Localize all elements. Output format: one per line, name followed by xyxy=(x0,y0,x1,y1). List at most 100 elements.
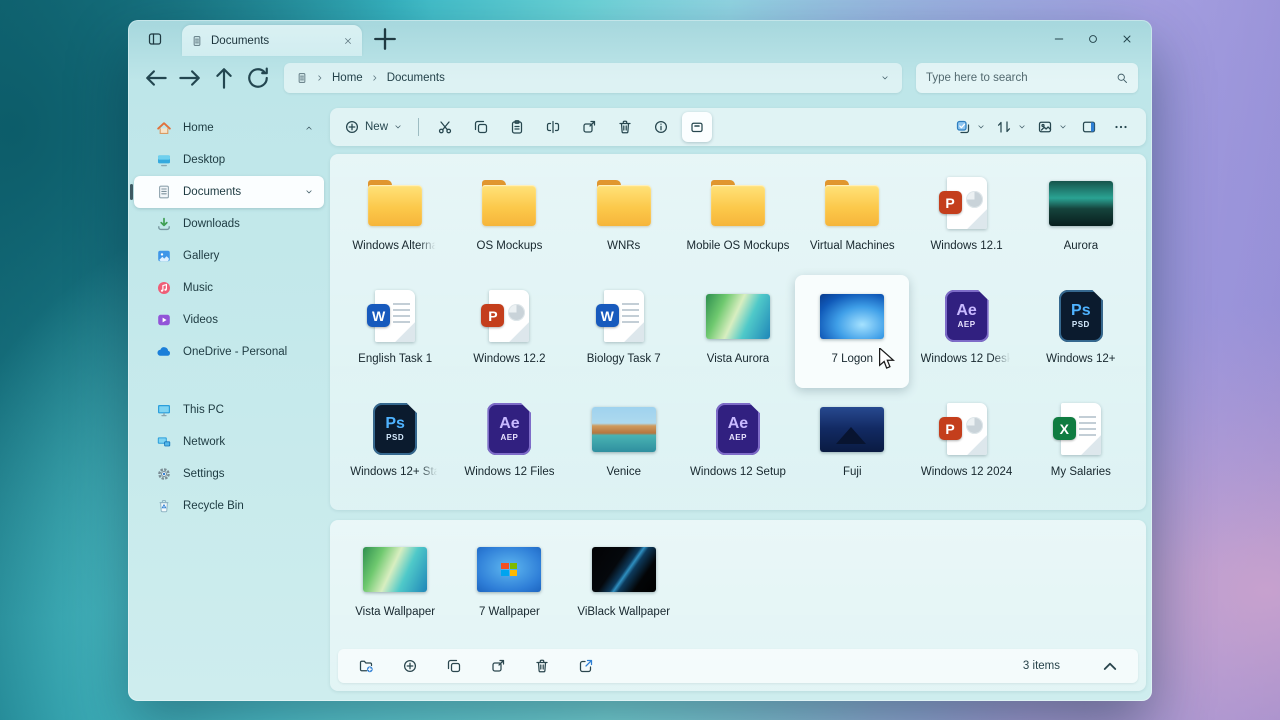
copy-button[interactable] xyxy=(442,654,466,678)
sort-button[interactable] xyxy=(992,112,1031,142)
file-item[interactable]: Fuji xyxy=(795,388,909,501)
file-icon-box: AeAEP xyxy=(716,399,760,459)
file-item[interactable]: PWindows 12 2024 xyxy=(909,388,1023,501)
sidebar-item-videos[interactable]: Videos xyxy=(134,304,324,336)
file-item[interactable]: XMy Salaries xyxy=(1024,388,1138,501)
tab-documents[interactable]: Documents xyxy=(182,25,362,56)
file-item[interactable]: AeAEPWindows 12 Files xyxy=(452,388,566,501)
breadcrumb-documents[interactable]: Documents xyxy=(387,72,445,84)
chevron-right-icon xyxy=(315,73,325,83)
plus-circle-icon xyxy=(344,119,360,135)
file-item[interactable]: AeAEPWindows 12 Setup xyxy=(681,388,795,501)
sidebar-item-this-pc[interactable]: This PC xyxy=(134,394,324,426)
add-button[interactable] xyxy=(398,654,422,678)
file-name-label: Windows 12 Desk xyxy=(921,353,1013,365)
share-button[interactable] xyxy=(574,112,604,142)
file-name-label: Vista Wallpaper xyxy=(355,606,435,618)
image-thumbnail xyxy=(592,547,656,592)
tab-overview-button[interactable] xyxy=(140,20,170,22)
window-controls xyxy=(1044,27,1142,56)
breadcrumb-home[interactable]: Home xyxy=(332,72,363,84)
main-content: New Windows AlternaOS MockupsWNRsMobile … xyxy=(330,100,1152,701)
file-item[interactable]: PsPSDWindows 12+ xyxy=(1024,275,1138,388)
file-item[interactable]: ViBlack Wallpaper xyxy=(567,528,681,641)
chevron-up-icon[interactable] xyxy=(304,123,314,133)
view-button[interactable] xyxy=(1033,112,1072,142)
file-item[interactable]: Venice xyxy=(567,388,681,501)
share-button[interactable] xyxy=(486,654,510,678)
maximize-button[interactable] xyxy=(1078,27,1108,51)
word-file-icon: W xyxy=(375,290,415,342)
details-pane-button[interactable] xyxy=(1074,112,1104,142)
folder-item[interactable]: Mobile OS Mockups xyxy=(681,162,795,275)
chevron-down-icon[interactable] xyxy=(880,73,890,83)
sidebar-item-documents[interactable]: Documents xyxy=(134,176,324,208)
wallpapers-panel: Vista Wallpaper 7 WallpaperViBlack Wallpa… xyxy=(330,520,1146,691)
sidebar-item-downloads[interactable]: Downloads xyxy=(134,208,324,240)
more-options-button[interactable] xyxy=(1106,112,1136,142)
sidebar-item-label: Music xyxy=(183,282,213,294)
file-item[interactable]: PWindows 12.2 xyxy=(452,275,566,388)
close-window-button[interactable] xyxy=(1112,27,1142,51)
info-button[interactable] xyxy=(646,112,676,142)
file-item[interactable]: WBiology Task 7 xyxy=(567,275,681,388)
new-button[interactable]: New xyxy=(340,112,407,142)
sidebar-item-network[interactable]: Network xyxy=(134,426,324,458)
close-tab-icon[interactable] xyxy=(343,36,353,46)
open-external-button[interactable] xyxy=(574,654,598,678)
chevron-down-icon xyxy=(1058,122,1068,132)
image-thumbnail xyxy=(706,294,770,339)
search-input[interactable] xyxy=(926,72,1116,84)
file-item[interactable]: PsPSDWindows 12+ Sta xyxy=(338,388,452,501)
sidebar-item-onedrive-personal[interactable]: OneDrive - Personal xyxy=(134,336,324,368)
cut-button[interactable] xyxy=(430,112,460,142)
up-button[interactable] xyxy=(210,64,238,92)
file-name-label: Venice xyxy=(606,466,641,478)
chevron-down-icon[interactable] xyxy=(304,187,314,197)
back-button[interactable] xyxy=(142,64,170,92)
forward-button[interactable] xyxy=(176,64,204,92)
file-item[interactable]: Vista Aurora xyxy=(681,275,795,388)
toggle-pane-button[interactable] xyxy=(140,25,170,53)
sidebar-item-music[interactable]: Music xyxy=(134,272,324,304)
folder-item[interactable]: WNRs xyxy=(567,162,681,275)
delete-button[interactable] xyxy=(530,654,554,678)
sidebar-item-home[interactable]: Home xyxy=(134,112,324,144)
select-button[interactable] xyxy=(951,112,990,142)
file-item[interactable]: 7 Wallpaper xyxy=(452,528,566,641)
file-icon-box: P xyxy=(947,399,987,459)
sidebar-item-gallery[interactable]: Gallery xyxy=(134,240,324,272)
search-icon[interactable] xyxy=(1116,72,1128,84)
file-item[interactable]: WEnglish Task 1 xyxy=(338,275,452,388)
downloads-icon xyxy=(156,216,172,232)
file-icon-box xyxy=(709,173,767,233)
set-wallpaper-button[interactable] xyxy=(682,112,712,142)
delete-button[interactable] xyxy=(610,112,640,142)
address-bar[interactable]: Home Documents xyxy=(284,63,902,93)
rename-button[interactable] xyxy=(538,112,568,142)
folder-item[interactable]: Windows Alterna xyxy=(338,162,452,275)
new-tab-button[interactable] xyxy=(370,25,400,53)
layout-icon xyxy=(147,31,163,47)
file-item[interactable]: 7 Logon xyxy=(795,275,909,388)
paste-button[interactable] xyxy=(502,112,532,142)
desktop-icon xyxy=(156,152,172,168)
file-item[interactable]: Aurora xyxy=(1024,162,1138,275)
copy-button[interactable] xyxy=(466,112,496,142)
file-icon-box xyxy=(820,399,884,459)
folder-item[interactable]: Virtual Machines xyxy=(795,162,909,275)
sidebar-item-desktop[interactable]: Desktop xyxy=(134,144,324,176)
sidebar-item-settings[interactable]: Settings xyxy=(134,458,324,490)
file-item[interactable]: PWindows 12.1 xyxy=(909,162,1023,275)
folder-item[interactable]: OS Mockups xyxy=(452,162,566,275)
settings-icon xyxy=(156,466,172,482)
collapse-panel-button[interactable] xyxy=(1098,654,1122,678)
file-item[interactable]: Vista Wallpaper xyxy=(338,528,452,641)
sidebar-item-recycle-bin[interactable]: Recycle Bin xyxy=(134,490,324,522)
minimize-button[interactable] xyxy=(1044,27,1074,51)
file-icon-box: AeAEP xyxy=(487,399,531,459)
file-icon-box xyxy=(592,539,656,599)
file-item[interactable]: AeAEPWindows 12 Desk xyxy=(909,275,1023,388)
new-folder-button[interactable] xyxy=(354,654,378,678)
refresh-button[interactable] xyxy=(244,64,272,92)
